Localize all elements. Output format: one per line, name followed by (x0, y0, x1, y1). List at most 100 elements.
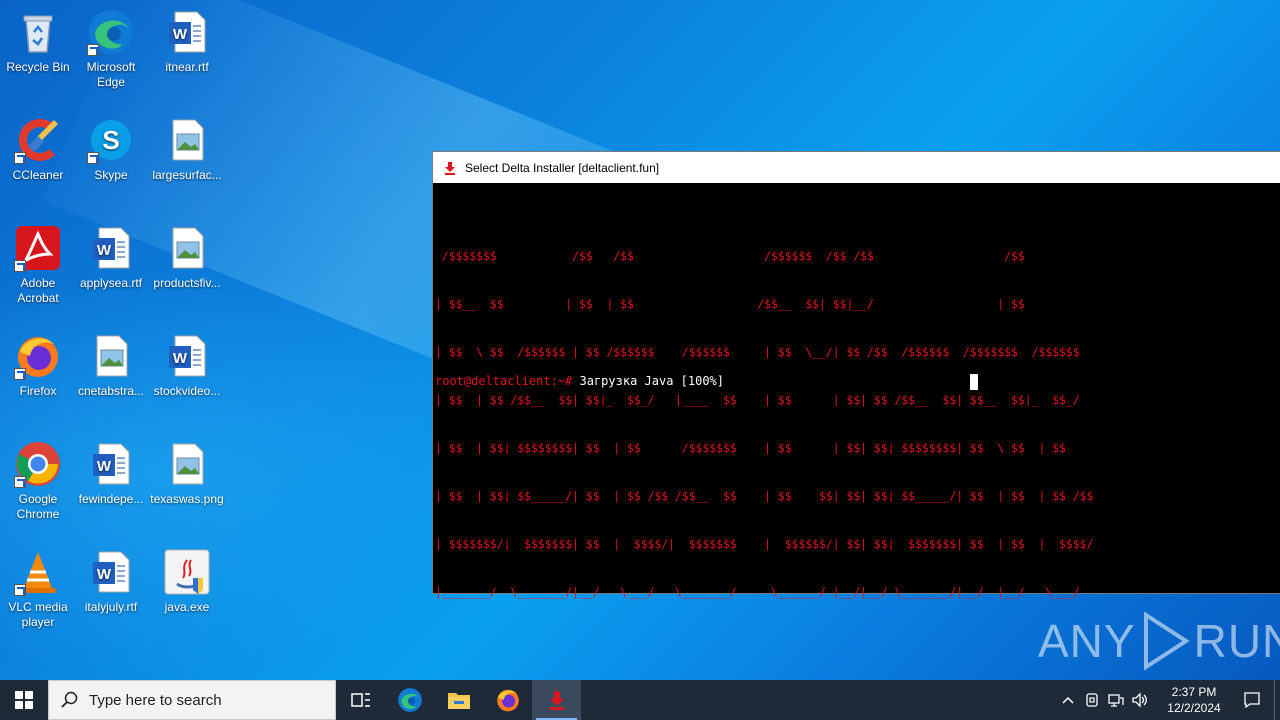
java-icon (163, 548, 211, 596)
chevron-up-icon (1062, 696, 1074, 704)
tray-network-button[interactable] (1104, 680, 1128, 720)
text-cursor (970, 374, 978, 390)
desktop-icon-firefox[interactable]: Firefox (0, 332, 76, 399)
desktop-icon-google-chrome[interactable]: Google Chrome (0, 440, 76, 522)
edge-icon (87, 8, 135, 56)
word-doc-icon: W (163, 332, 211, 380)
desktop-icon-label: VLC media player (8, 600, 68, 629)
svg-text:S: S (102, 125, 119, 155)
acrobat-icon (14, 224, 62, 272)
network-icon (1108, 694, 1124, 707)
desktop-icon-cnetabstra[interactable]: cnetabstra... (73, 332, 149, 399)
ascii-line: | $$ | $$ /$$__ $$| $$|_ $$_/ |____ $$ |… (435, 393, 1080, 407)
ascii-line: | $$ | $$| $$_____/| $$ | $$ /$$ /$$__ $… (435, 489, 1094, 503)
window-titlebar[interactable]: Select Delta Installer [deltaclient.fun] (433, 152, 1280, 183)
desktop-icon-label: Firefox (19, 384, 57, 398)
word-doc-icon: W (87, 440, 135, 488)
firefox-icon (14, 332, 62, 380)
taskbar-edge-button[interactable] (385, 680, 434, 720)
desktop-icon-microsoft-edge[interactable]: Microsoft Edge (73, 8, 149, 90)
svg-text:W: W (97, 458, 112, 475)
desktop-icon-label: largesurfac... (152, 168, 222, 182)
ascii-line: |_______/ \_______/|__/ \___/ \_______/ … (435, 585, 1080, 599)
start-button[interactable] (0, 680, 48, 720)
desktop-icon-label: stockvideo... (153, 384, 221, 398)
anyrun-watermark: ANY RUN (1038, 608, 1280, 674)
desktop-icon-label: java.exe (164, 600, 210, 614)
word-doc-icon: W (163, 8, 211, 56)
terminal-prompt-line: root@deltaclient:~# Загрузка Java [100%] (435, 374, 724, 388)
terminal-prompt: root@deltaclient:~# (435, 374, 573, 388)
search-placeholder: Type here to search (89, 691, 222, 709)
action-center-button[interactable] (1230, 680, 1274, 720)
chrome-icon (14, 440, 62, 488)
edge-icon (397, 688, 422, 712)
desktop-icon-label: applysea.rtf (79, 276, 143, 290)
clock-time: 2:37 PM (1171, 685, 1217, 699)
download-arrow-icon (549, 691, 564, 710)
desktop-icon-productsfiv[interactable]: productsfiv... (149, 224, 225, 291)
taskbar-firefox-button[interactable] (483, 680, 532, 720)
desktop-icon-label: Google Chrome (16, 492, 60, 521)
terminal-output: Загрузка Java [100%] (572, 374, 725, 388)
taskbar-file-explorer-button[interactable] (434, 680, 483, 720)
word-doc-icon: W (87, 548, 135, 596)
recycle-bin-icon (14, 8, 62, 56)
svg-text:W: W (97, 242, 112, 259)
ccleaner-icon (14, 116, 62, 164)
taskbar-installer-button[interactable] (532, 680, 581, 720)
download-arrow-icon (445, 161, 455, 175)
desktop-icon-label: fewindepe... (78, 492, 144, 506)
desktop-icon-label: Microsoft Edge (86, 60, 136, 89)
desktop-icon-adobe-acrobat[interactable]: Adobe Acrobat (0, 224, 76, 306)
folder-icon (447, 693, 470, 709)
desktop-icon-label: Recycle Bin (6, 60, 70, 74)
firefox-icon (496, 689, 519, 712)
image-file-icon (87, 332, 135, 380)
device-icon (1086, 693, 1098, 707)
play-triangle-icon (1143, 611, 1190, 671)
desktop-icon-label: italyjuly.rtf (84, 600, 138, 614)
image-file-icon (163, 116, 211, 164)
desktop-icon-largesurfac[interactable]: largesurfac... (149, 116, 225, 183)
task-view-button[interactable] (336, 680, 385, 720)
word-doc-icon: W (87, 224, 135, 272)
ascii-line: | $$ \ $$ /$$$$$$ | $$ /$$$$$$ /$$$$$$ |… (435, 345, 1080, 359)
tray-device-button[interactable] (1080, 680, 1104, 720)
window-title: Select Delta Installer [deltaclient.fun] (465, 160, 660, 175)
desktop-icon-ccleaner[interactable]: CCleaner (0, 116, 76, 183)
desktop-icon-recycle-bin[interactable]: Recycle Bin (0, 8, 76, 75)
tray-volume-button[interactable] (1128, 680, 1152, 720)
taskbar-search-box[interactable]: Type here to search (48, 680, 336, 720)
desktop-icon-label: cnetabstra... (77, 384, 145, 398)
desktop-icon-stockvideo[interactable]: W stockvideo... (149, 332, 225, 399)
desktop-icon-label: Adobe Acrobat (17, 276, 59, 305)
show-hidden-icons-button[interactable] (1056, 680, 1080, 720)
ascii-line: | $$$$$$$/| $$$$$$$| $$ | $$$$/| $$$$$$$… (435, 537, 1094, 551)
windows-logo-icon (15, 691, 33, 709)
speaker-icon (1132, 692, 1147, 708)
desktop-icon-texaswas-png[interactable]: texaswas.png (149, 440, 225, 507)
desktop-icon-label: texaswas.png (150, 492, 224, 506)
taskbar: Type here to search 2:37 PM 12/2/2024 (0, 680, 1280, 720)
desktop-icon-label: Skype (94, 168, 128, 182)
watermark-left: ANY (1038, 615, 1136, 667)
vlc-icon (14, 548, 62, 596)
skype-icon: S (87, 116, 135, 164)
desktop-icon-java-exe[interactable]: java.exe (149, 548, 225, 615)
desktop-icon-vlc-media-player[interactable]: VLC media player (0, 548, 76, 630)
show-desktop-button[interactable] (1274, 680, 1280, 720)
desktop-icon-italyjuly-rtf[interactable]: W italyjuly.rtf (73, 548, 149, 615)
taskbar-clock[interactable]: 2:37 PM 12/2/2024 (1158, 684, 1230, 716)
svg-text:W: W (173, 26, 188, 43)
ascii-line: /$$$$$$$ /$$ /$$ /$$$$$$ /$$ /$$ /$$ (435, 249, 1025, 263)
ascii-banner: /$$$$$$$ /$$ /$$ /$$$$$$ /$$ /$$ /$$ | $… (435, 216, 1093, 632)
desktop-icon-itnear-rtf[interactable]: W itnear.rtf (149, 8, 225, 75)
desktop-icon-applysea-rtf[interactable]: W applysea.rtf (73, 224, 149, 291)
desktop-icon-label: CCleaner (12, 168, 64, 182)
image-file-icon (163, 440, 211, 488)
desktop-icon-skype[interactable]: S Skype (73, 116, 149, 183)
desktop-icon-fewindepe[interactable]: W fewindepe... (73, 440, 149, 507)
installer-window[interactable]: Select Delta Installer [deltaclient.fun]… (432, 151, 1280, 599)
watermark-right: RUN (1193, 615, 1280, 667)
